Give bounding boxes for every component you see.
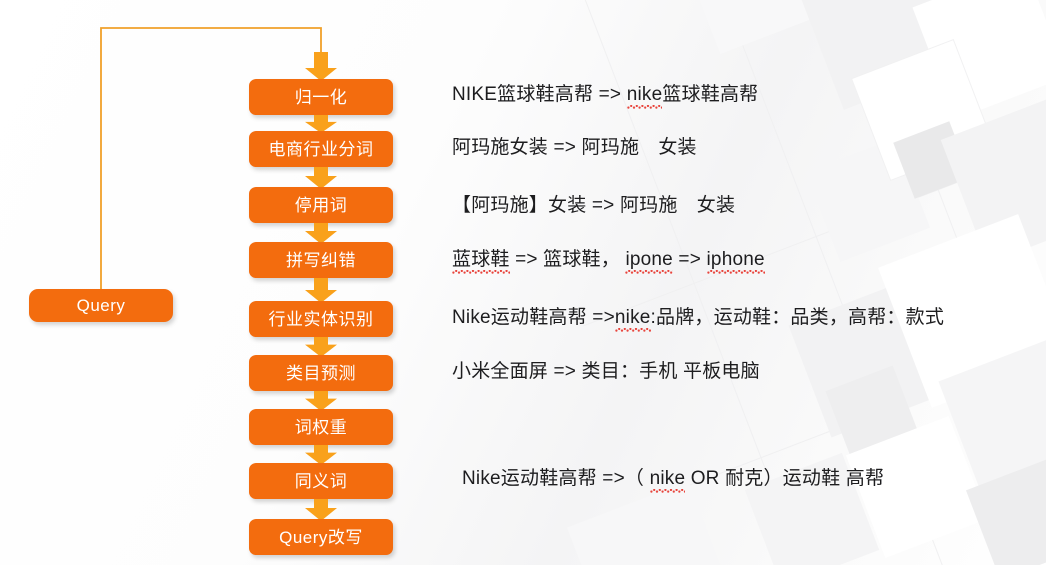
example-text-segment: OR 耐克）运动鞋 高帮 (685, 468, 885, 489)
node-stage-label: 词权重 (294, 417, 348, 437)
example-text-segment: 篮球鞋高帮 (662, 84, 759, 105)
example-text-6: 小米全面屏 => 类目：手机 平板电脑 (452, 362, 760, 381)
node-stage-3[interactable]: 停用词 (249, 187, 393, 223)
spellcheck-flagged-word: nike (626, 84, 663, 109)
node-stage-label: 同义词 (294, 471, 348, 491)
background-square (567, 481, 735, 565)
flow-arrow-down-icon (305, 499, 337, 521)
example-text-segment: Nike运动鞋高帮 =>（ (462, 468, 650, 489)
example-text-segment: NIKE篮球鞋高帮 => (452, 84, 627, 105)
node-stage-9[interactable]: Query改写 (249, 519, 393, 555)
node-stage-label: 归一化 (294, 87, 348, 107)
spellcheck-flagged-word: nike (649, 468, 686, 493)
background-square (893, 121, 971, 199)
flow-arrow-down-icon (305, 167, 337, 189)
flow-arrow-down-icon (305, 445, 337, 465)
spellcheck-flagged-word: iphone (706, 249, 765, 274)
example-text-2: 阿玛施女装 => 阿玛施 女装 (452, 138, 697, 157)
node-query-label: Query (76, 296, 126, 315)
slide-canvas: Query 归一化电商行业分词 停用词拼写纠错行业实体识别 类目预测词权重同义词 Qu… (0, 0, 1046, 565)
example-text-5: Nike运动鞋高帮 =>nike:品牌，运动鞋：品类，高帮：款式 (452, 307, 945, 328)
background-square (852, 40, 992, 180)
node-stage-6[interactable]: 类目预测 (249, 355, 393, 391)
node-stage-label: 类目预测 (286, 363, 356, 383)
example-text-7: Nike运动鞋高帮 =>（ nike OR 耐克）运动鞋 高帮 (462, 468, 885, 489)
example-text-3: 【阿玛施】女装 => 阿玛施 女装 (452, 196, 735, 215)
background-square (805, 137, 931, 263)
node-stage-label: Query改写 (279, 527, 363, 547)
example-text-segment: => (672, 249, 707, 270)
flow-arrow-down-icon (305, 52, 337, 81)
spellcheck-flagged-word: ipone (625, 249, 673, 274)
example-text-segment: 阿玛施女装 => 阿玛施 女装 (452, 137, 697, 158)
node-stage-label: 电商行业分词 (268, 139, 374, 159)
flow-arrow-down-icon (305, 337, 337, 357)
example-text-segment: => 篮球鞋， (509, 249, 626, 270)
node-stage-1[interactable]: 归一化 (249, 79, 393, 115)
spellcheck-flagged-word: 蓝球鞋 (452, 249, 510, 274)
node-stage-2[interactable]: 电商行业分词 (249, 131, 393, 167)
example-text-1: NIKE篮球鞋高帮 => nike篮球鞋高帮 (452, 84, 759, 105)
background-square (790, 0, 984, 110)
example-text-segment: Nike运动鞋高帮 => (452, 307, 615, 328)
example-text-4: 蓝球鞋 => 篮球鞋， ipone => iphone (452, 249, 765, 270)
example-text-segment: 小米全面屏 => 类目：手机 平板电脑 (452, 361, 760, 382)
flow-arrow-down-icon (305, 391, 337, 411)
example-text-segment: :品牌，运动鞋：品类，高帮：款式 (650, 307, 945, 328)
node-stage-5[interactable]: 行业实体识别 (249, 301, 393, 337)
node-stage-label: 拼写纠错 (286, 250, 356, 270)
node-stage-4[interactable]: 拼写纠错 (249, 242, 393, 278)
node-stage-label: 行业实体识别 (268, 309, 374, 329)
background-square (685, 0, 811, 55)
flow-arrow-down-icon (305, 223, 337, 244)
node-query[interactable]: Query (29, 289, 173, 322)
node-stage-8[interactable]: 同义词 (249, 463, 393, 499)
background-square (938, 338, 1046, 494)
spellcheck-flagged-word: nike (614, 307, 651, 332)
background-square (965, 455, 1046, 565)
node-stage-label: 停用词 (294, 195, 348, 215)
background-square (940, 92, 1046, 264)
background-square (788, 282, 944, 438)
node-stage-7[interactable]: 词权重 (249, 409, 393, 445)
background-square (825, 365, 919, 459)
flow-arrow-down-icon (305, 278, 337, 303)
background-square (912, 0, 1046, 120)
example-text-segment: 【阿玛施】女装 => 阿玛施 女装 (452, 195, 736, 216)
